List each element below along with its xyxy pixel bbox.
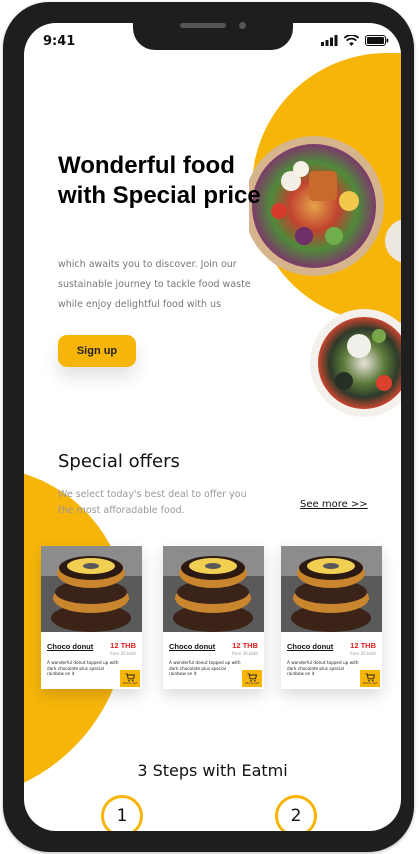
add-to-cart-label: Add to cart [244, 681, 260, 685]
cart-icon [125, 672, 135, 682]
offer-card[interactable]: Choco donut 12 THB from 30 bath A wonder… [281, 546, 382, 689]
status-icons [321, 35, 389, 46]
see-more-link[interactable]: See more >> [300, 499, 368, 510]
donut-image [163, 546, 264, 632]
offer-card[interactable]: Choco donut 12 THB from 30 bath A wonder… [41, 546, 142, 689]
card-description: A wonderful donut topped up with dark ch… [287, 660, 359, 676]
add-to-cart-label: Add to cart [362, 681, 378, 685]
card-description: A wonderful donut topped up with dark ch… [47, 660, 119, 676]
offers-title: Special offers [58, 451, 180, 472]
food-bowls-image [249, 136, 401, 417]
signal-icon [321, 35, 338, 46]
hero-title: Wonderful food with Special price [58, 152, 261, 209]
card-name: Choco donut [47, 642, 94, 651]
cart-icon [365, 672, 375, 682]
status-time: 9:41 [43, 34, 76, 49]
card-original-price: from 30 bath [109, 651, 136, 656]
step-number: 2 [275, 795, 317, 831]
screen: 9:41 Wonderful food with Special price w… [24, 23, 401, 831]
battery-icon [365, 35, 389, 46]
cart-icon [247, 672, 257, 682]
phone-frame: 9:41 Wonderful food with Special price w… [3, 2, 414, 852]
hero-description: which awaits you to discover. Join our s… [58, 259, 251, 310]
speaker [180, 23, 226, 28]
signup-button[interactable]: Sign up [58, 335, 136, 367]
donut-image [41, 546, 142, 632]
wifi-icon [344, 35, 359, 46]
card-original-price: from 30 bath [349, 651, 376, 656]
add-to-cart-label: Add to cart [122, 681, 138, 685]
add-to-cart-button[interactable]: Add to cart [360, 670, 380, 687]
card-price: 12 THB [232, 641, 258, 650]
donut-image [281, 546, 382, 632]
add-to-cart-button[interactable]: Add to cart [242, 670, 262, 687]
card-description: A wonderful donut topped up with dark ch… [169, 660, 241, 676]
card-name: Choco donut [287, 642, 334, 651]
front-camera [239, 22, 246, 29]
add-to-cart-button[interactable]: Add to cart [120, 670, 140, 687]
steps-title: 3 Steps with Eatmi [137, 761, 288, 780]
step-number: 1 [101, 795, 143, 831]
offer-card[interactable]: Choco donut 12 THB from 30 bath A wonder… [163, 546, 264, 689]
card-price: 12 THB [350, 641, 376, 650]
offers-subtitle: We select today's best deal to offer you… [58, 489, 247, 516]
card-name: Choco donut [169, 642, 216, 651]
card-price: 12 THB [110, 641, 136, 650]
card-original-price: from 30 bath [231, 651, 258, 656]
